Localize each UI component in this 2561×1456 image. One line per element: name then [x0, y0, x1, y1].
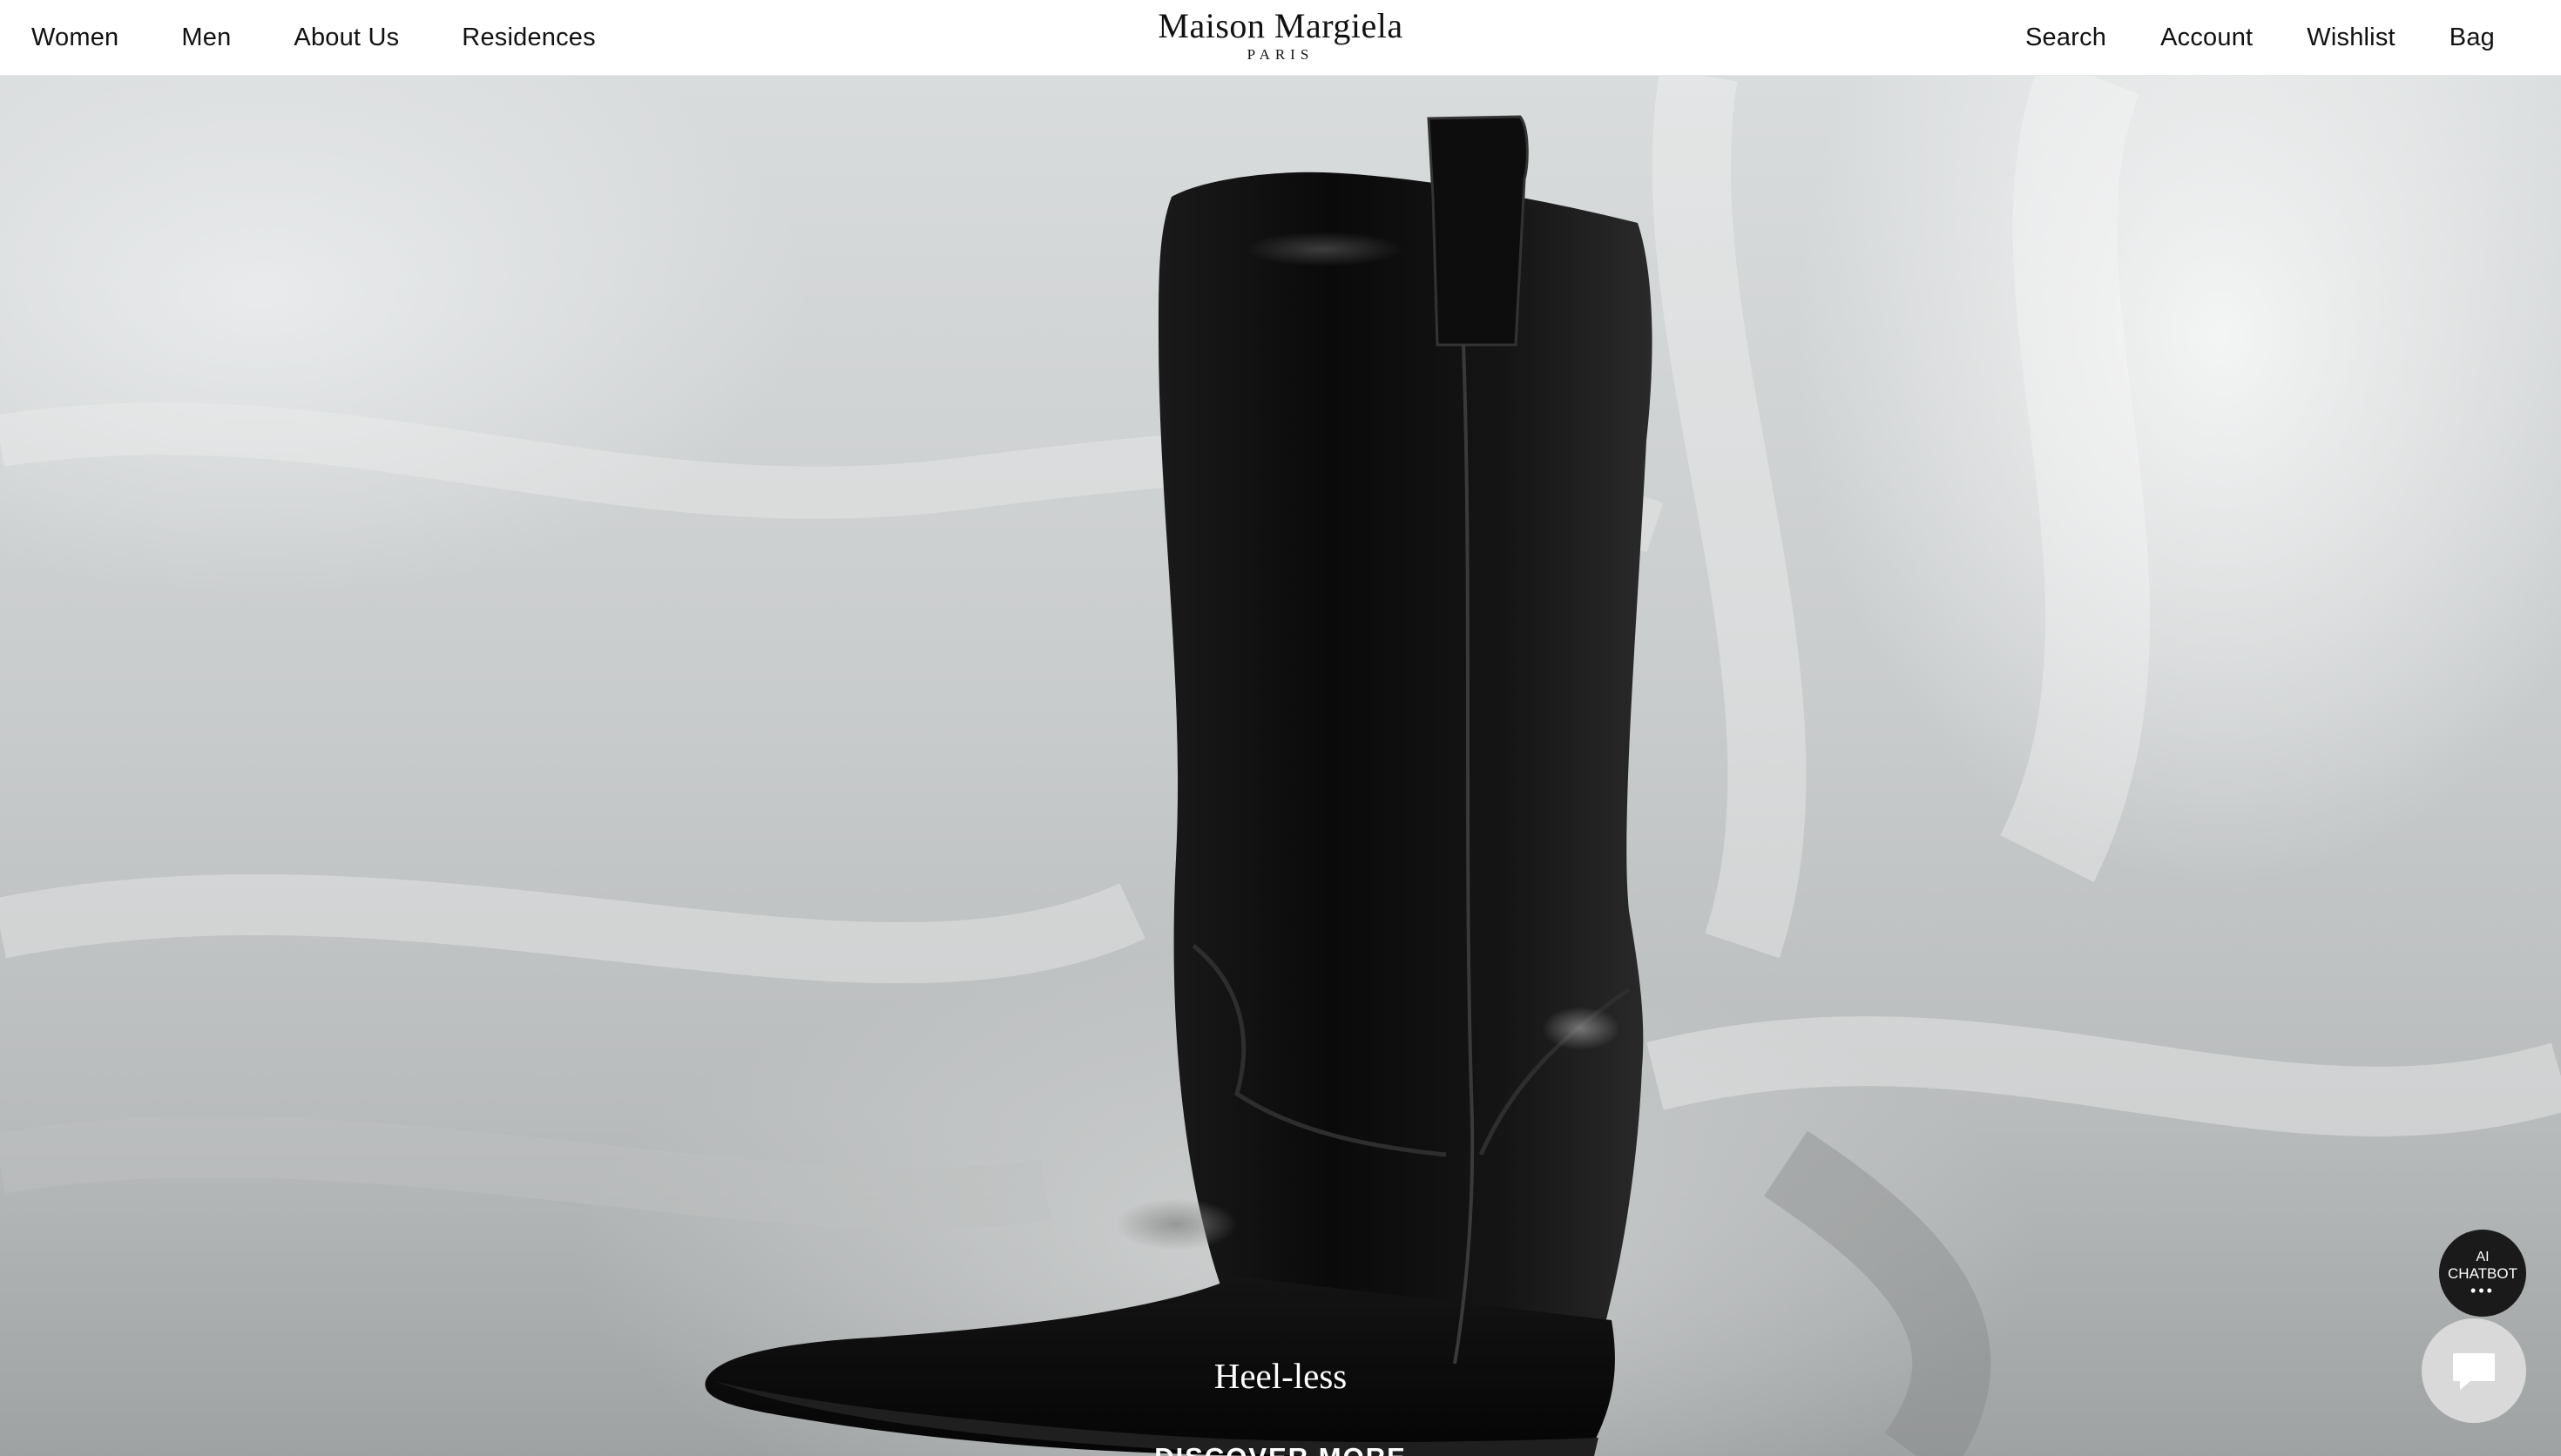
- chatbot-label-ai: AI: [2476, 1250, 2490, 1264]
- boot-image: [0, 75, 2561, 1456]
- nav-men[interactable]: Men: [181, 24, 231, 52]
- chat-bubble-icon: [2453, 1353, 2495, 1390]
- chatbot-label: CHATBOT: [2448, 1265, 2517, 1282]
- primary-nav: Women Men About Us Residences: [31, 0, 596, 75]
- hero-caption: Heel-less: [1213, 1356, 1348, 1396]
- nav-women[interactable]: Women: [31, 24, 118, 52]
- logo-city: PARIS: [1247, 46, 1314, 63]
- chat-button[interactable]: [2422, 1318, 2526, 1423]
- nav-residences[interactable]: Residences: [462, 24, 596, 52]
- nav-about-us[interactable]: About Us: [294, 24, 399, 52]
- ai-chatbot-button[interactable]: AI CHATBOT •••: [2439, 1230, 2526, 1317]
- hero-banner[interactable]: Heel-less DISCOVER MORE: [0, 75, 2561, 1456]
- discover-more-link[interactable]: DISCOVER MORE: [1154, 1442, 1407, 1456]
- utility-nav: Search Account Wishlist Bag: [2025, 0, 2495, 75]
- nav-wishlist[interactable]: Wishlist: [2307, 24, 2395, 52]
- nav-account[interactable]: Account: [2160, 24, 2253, 52]
- logo-wordmark: Maison Margiela: [1158, 6, 1403, 45]
- site-header: Women Men About Us Residences Maison Mar…: [0, 0, 2561, 76]
- chatbot-dots: •••: [2470, 1282, 2495, 1299]
- brand-logo[interactable]: Maison Margiela PARIS: [1158, 7, 1402, 63]
- nav-search[interactable]: Search: [2025, 24, 2106, 52]
- nav-bag[interactable]: Bag: [2450, 24, 2495, 52]
